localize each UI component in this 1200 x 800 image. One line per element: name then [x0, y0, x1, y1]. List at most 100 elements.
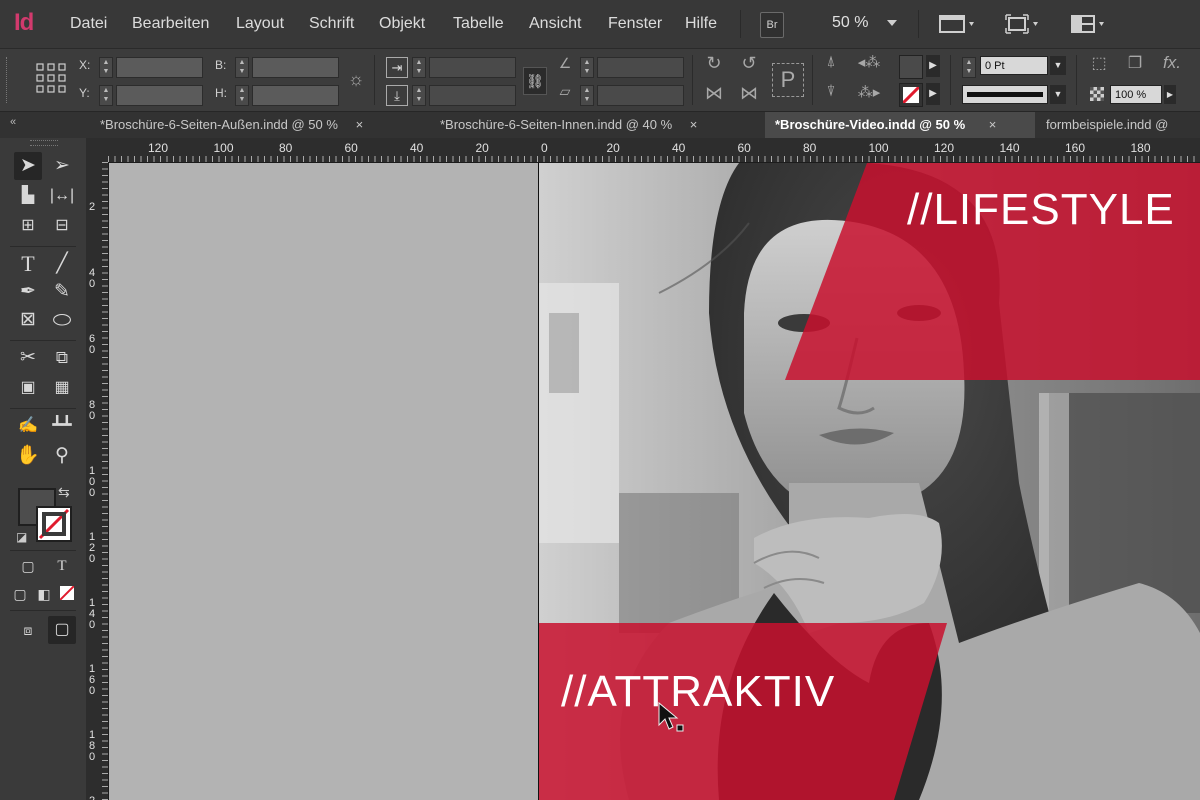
gap-tool[interactable]: |↔| — [48, 182, 76, 210]
ellipse-tool[interactable]: ⬭ — [48, 306, 76, 334]
scissors-tool[interactable]: ✂ — [14, 344, 42, 372]
effects-button[interactable]: fx. — [1160, 53, 1184, 73]
normal-view-button[interactable]: ⧈ — [14, 616, 42, 644]
y-stepper[interactable]: ▲ ▼ — [99, 85, 113, 106]
horizontal-ruler[interactable]: 120 100 80 60 40 20 0 20 40 60 80 100 120 140 160 180 — [108, 138, 1200, 163]
select-container-button[interactable]: ⍋ — [820, 53, 842, 70]
tab-broschure-aussen[interactable]: *Broschüre-6-Seiten-Außen.indd @ 50 % × — [90, 112, 428, 138]
formatting-text-button[interactable]: T — [48, 552, 76, 580]
shear-stepper[interactable]: ▲ ▼ — [580, 85, 594, 106]
vertical-ruler[interactable]: 2 40 60 80 100 120 140 160 180 2 — [86, 162, 109, 800]
flip-horizontal-button[interactable]: ⋈ — [703, 83, 725, 104]
swap-colors-icon[interactable]: ⇆ — [58, 484, 70, 501]
measure-tool[interactable]: ┻┻ — [48, 412, 76, 440]
page-tool[interactable]: ▙ — [14, 182, 42, 210]
menu-objekt[interactable]: Objekt — [379, 15, 425, 33]
tab-formbeispiele[interactable]: formbeispiele.indd @ — [1036, 112, 1200, 138]
apply-gradient-button[interactable]: ◧ — [30, 580, 58, 608]
stroke-swatch[interactable] — [899, 83, 923, 107]
tab-broschure-video[interactable]: *Broschüre-Video.indd @ 50 % × — [765, 112, 1035, 138]
menu-ansicht[interactable]: Ansicht — [529, 15, 581, 33]
ruler-origin[interactable] — [86, 138, 109, 163]
view-options-button[interactable] — [1004, 13, 1044, 40]
stroke-weight-field[interactable]: 0 Pt — [980, 56, 1048, 75]
reference-point-selector[interactable] — [36, 63, 66, 98]
stroke-type-select[interactable] — [962, 85, 1048, 104]
type-tool[interactable]: T — [14, 250, 42, 278]
x-field[interactable] — [116, 57, 203, 78]
free-transform-tool[interactable]: ⧉ — [48, 344, 76, 372]
menu-datei[interactable]: Datei — [70, 15, 107, 33]
rectangle-frame-tool[interactable]: ⊠ — [14, 306, 42, 334]
stroke-weight-stepper[interactable]: ▲ ▼ — [962, 57, 976, 78]
hand-tool[interactable]: ✋ — [14, 442, 42, 470]
gradient-feather-tool[interactable]: ▦ — [48, 374, 76, 402]
direct-selection-tool[interactable]: ➢ — [48, 152, 76, 180]
apply-none-button[interactable] — [60, 586, 74, 600]
gradient-swatch-tool[interactable]: ▣ — [14, 374, 42, 402]
preview-view-button[interactable]: ▢ — [48, 616, 76, 644]
selection-tool[interactable]: ➤ — [14, 152, 42, 180]
close-icon[interactable]: × — [690, 117, 698, 132]
flip-vertical-button[interactable]: ⋈ — [738, 83, 760, 104]
line-tool[interactable]: ╱ — [48, 250, 76, 278]
headline-attraktiv[interactable]: //ATTRAKTIV — [561, 667, 835, 717]
fill-dropdown[interactable]: ▶ — [926, 55, 940, 77]
fill-swatch[interactable] — [899, 55, 923, 79]
rotate-stepper[interactable]: ▲ ▼ — [580, 57, 594, 78]
pasteboard[interactable] — [109, 163, 538, 800]
content-placer-tool[interactable]: ⊟ — [48, 212, 76, 240]
content-collector-tool[interactable]: ⊞ — [14, 212, 42, 240]
opacity-field[interactable]: 100 % — [1110, 85, 1162, 104]
height-field[interactable] — [252, 85, 339, 106]
stroke-color-swatch[interactable] — [36, 506, 72, 542]
shear-field[interactable] — [597, 85, 684, 106]
pencil-tool[interactable]: ✎ — [48, 278, 76, 306]
rotate-field[interactable] — [597, 57, 684, 78]
select-content-button[interactable]: ⍒ — [820, 83, 842, 100]
opacity-dropdown[interactable]: ▶ — [1164, 85, 1176, 104]
constrain-scale-button[interactable]: ⛓ — [523, 67, 547, 95]
width-stepper[interactable]: ▲ ▼ — [235, 57, 249, 78]
note-tool[interactable]: ✍ — [14, 412, 42, 440]
stroke-weight-dropdown[interactable]: ▼ — [1050, 56, 1066, 75]
document-page[interactable]: //LIFESTYLE //ATTRAKTIV — [539, 163, 1200, 800]
rotate-ccw-button[interactable]: ↺ — [738, 53, 760, 74]
collapse-panel-icon[interactable]: « — [10, 116, 16, 128]
scale-x-field[interactable] — [429, 57, 516, 78]
arrange-documents-button[interactable] — [1070, 13, 1110, 40]
menu-bearbeiten[interactable]: Bearbeiten — [132, 15, 209, 33]
stroke-type-dropdown[interactable]: ▼ — [1050, 85, 1066, 104]
stroke-dropdown[interactable]: ▶ — [926, 83, 940, 105]
height-stepper[interactable]: ▲ ▼ — [235, 85, 249, 106]
y-field[interactable] — [116, 85, 203, 106]
bridge-button[interactable]: Br — [760, 12, 784, 38]
rotate-cw-button[interactable]: ↻ — [703, 53, 725, 74]
screen-mode-button[interactable] — [938, 13, 978, 40]
drop-shadow-button[interactable]: ❐ — [1124, 53, 1146, 73]
select-previous-button[interactable]: ◂⁂ — [856, 53, 882, 71]
scale-x-stepper[interactable]: ▲ ▼ — [412, 57, 426, 78]
zoom-dropdown[interactable]: 50 % — [832, 14, 897, 32]
formatting-container-button[interactable]: ▢ — [14, 552, 42, 580]
pen-tool[interactable]: ✒ — [14, 278, 42, 306]
zoom-tool[interactable]: ⚲ — [48, 442, 76, 470]
default-colors-icon[interactable]: ◪ — [16, 530, 27, 544]
select-next-button[interactable]: ⁂▸ — [856, 83, 882, 101]
width-field[interactable] — [252, 57, 339, 78]
headline-lifestyle[interactable]: //LIFESTYLE — [907, 185, 1175, 235]
scale-y-field[interactable] — [429, 85, 516, 106]
x-stepper[interactable]: ▲ ▼ — [99, 57, 113, 78]
menu-tabelle[interactable]: Tabelle — [453, 15, 504, 33]
panel-grip[interactable] — [30, 140, 58, 146]
close-icon[interactable]: × — [356, 117, 364, 132]
close-icon[interactable]: × — [989, 117, 997, 132]
scale-y-stepper[interactable]: ▲ ▼ — [412, 85, 426, 106]
constrain-proportions-button[interactable]: ☼ — [344, 69, 368, 90]
tab-broschure-innen[interactable]: *Broschüre-6-Seiten-Innen.indd @ 40 % × — [430, 112, 760, 138]
menu-layout[interactable]: Layout — [236, 15, 284, 33]
menu-hilfe[interactable]: Hilfe — [685, 15, 717, 33]
panel-grip[interactable] — [6, 57, 10, 103]
corner-options-button[interactable]: ⬚ — [1088, 53, 1110, 73]
menu-schrift[interactable]: Schrift — [309, 15, 354, 33]
